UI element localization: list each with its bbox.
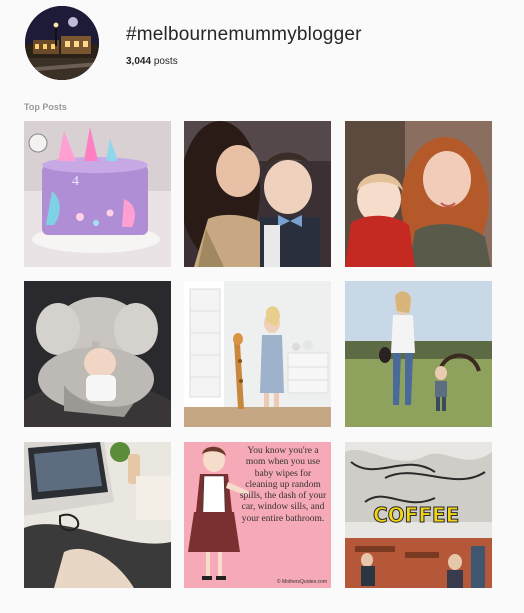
posts-count: 3,044 posts <box>126 56 178 67</box>
post-tile-redhead-mother-child[interactable] <box>345 121 492 267</box>
posts-count-label: posts <box>153 56 178 67</box>
svg-text:4: 4 <box>72 174 79 189</box>
mural-text: COFFEE <box>373 503 459 527</box>
quote-text: You know you're a mom when you use baby … <box>239 446 327 524</box>
post-tile-baby-with-elephant[interactable] <box>24 281 171 427</box>
post-tile-mom-quote[interactable]: You know you're a mom when you use baby … <box>184 442 331 588</box>
hashtag-title: #melbournemummyblogger <box>126 24 362 45</box>
post-tile-mermaid-cake[interactable]: 4 <box>24 121 171 267</box>
post-tile-mother-son-selfie[interactable] <box>184 121 331 267</box>
post-tile-coffee-mural-cafe[interactable]: COFFEE <box>345 442 492 588</box>
quote-credit: © MothersQuotes.com <box>276 579 327 585</box>
post-tile-walk-outdoors[interactable] <box>345 281 492 427</box>
post-tile-laptop-desk[interactable] <box>24 442 171 588</box>
posts-count-number: 3,044 <box>126 56 152 67</box>
post-tile-nursery-giraffe[interactable] <box>184 281 331 427</box>
top-posts-heading: Top Posts <box>24 102 67 112</box>
hashtag-avatar <box>25 6 99 80</box>
hashtag-header: #melbournemummyblogger 3,044 posts <box>24 6 504 82</box>
top-posts-grid: 4 You know you're a mom when you use bab… <box>24 121 492 589</box>
